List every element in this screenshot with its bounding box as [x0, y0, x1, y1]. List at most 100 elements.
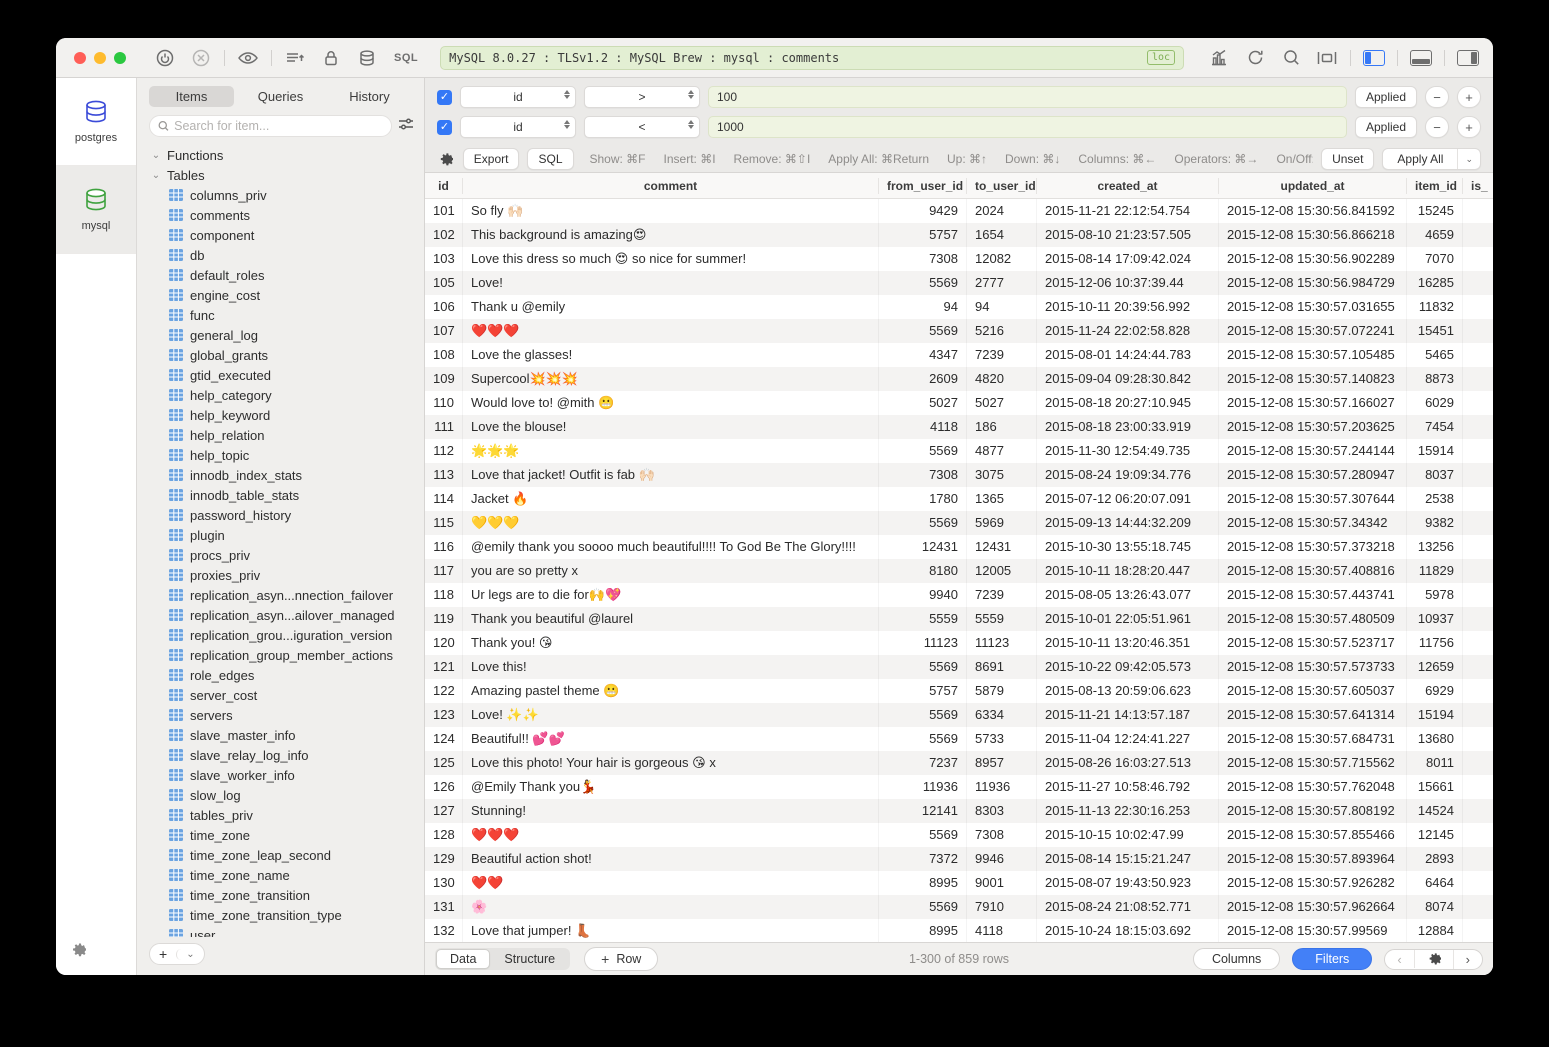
table-row[interactable]: 120 Thank you! 😘 11123 11123 2015-10-11 … [425, 631, 1493, 655]
table-row[interactable]: 103 Love this dress so much 😍 so nice fo… [425, 247, 1493, 271]
fit-columns-icon[interactable] [1312, 45, 1342, 71]
settings-gear-icon[interactable] [70, 945, 86, 962]
sidebar-table-item[interactable]: replication_asyn...nnection_failover [137, 585, 424, 605]
table-row[interactable]: 101 So fly 🙌🏻 9429 2024 2015-11-21 22:12… [425, 199, 1493, 223]
sidebar-table-item[interactable]: gtid_executed [137, 365, 424, 385]
apply-all-button[interactable]: Apply All ⌄ [1382, 148, 1481, 170]
filters-button[interactable]: Filters [1292, 948, 1372, 970]
add-item-split-button[interactable]: + ⌄ [149, 943, 205, 965]
table-row[interactable]: 132 Love that jumper! 👢 8995 4118 2015-1… [425, 919, 1493, 942]
preview-eye-icon[interactable] [233, 45, 263, 71]
tab-data[interactable]: Data [436, 949, 490, 969]
table-row[interactable]: 114 Jacket 🔥 1780 1365 2015-07-12 06:20:… [425, 487, 1493, 511]
chevron-left-icon[interactable]: ‹ [1385, 950, 1413, 969]
sidebar-table-item[interactable]: proxies_priv [137, 565, 424, 585]
sidebar-table-item[interactable]: time_zone_leap_second [137, 845, 424, 865]
chevron-right-icon[interactable]: › [1453, 950, 1482, 969]
filter-applied-button[interactable]: Applied [1355, 86, 1417, 108]
table-row[interactable]: 126 @Emily Thank you💃 11936 11936 2015-1… [425, 775, 1493, 799]
filter-column-select[interactable]: id [460, 116, 576, 138]
sidebar-table-item[interactable]: innodb_table_stats [137, 485, 424, 505]
sidebar-table-item[interactable]: servers [137, 705, 424, 725]
refresh-icon[interactable] [1240, 45, 1270, 71]
column-header-updated-at[interactable]: updated_at [1219, 178, 1407, 194]
sidebar-table-item[interactable]: tables_priv [137, 805, 424, 825]
connection-mysql[interactable]: mysql [56, 166, 136, 254]
database-icon[interactable] [352, 45, 382, 71]
chevron-down-icon[interactable]: ⌄ [176, 949, 203, 960]
filter-settings-gear-icon[interactable] [437, 152, 455, 167]
sidebar-table-item[interactable]: user [137, 925, 424, 937]
table-row[interactable]: 110 Would love to! @mith 😬 5027 5027 201… [425, 391, 1493, 415]
table-row[interactable]: 109 Supercool💥💥💥 2609 4820 2015-09-04 09… [425, 367, 1493, 391]
column-header-item-id[interactable]: item_id [1407, 178, 1463, 194]
toggle-bottom-panel-icon[interactable] [1406, 45, 1436, 71]
sidebar-table-item[interactable]: password_history [137, 505, 424, 525]
sidebar-table-item[interactable]: time_zone [137, 825, 424, 845]
sidebar-table-item[interactable]: help_keyword [137, 405, 424, 425]
sidebar-table-item[interactable]: time_zone_transition_type [137, 905, 424, 925]
sidebar-table-item[interactable]: func [137, 305, 424, 325]
plus-icon[interactable]: + [150, 946, 176, 962]
sidebar-table-item[interactable]: help_category [137, 385, 424, 405]
add-filter-button[interactable]: + [1457, 116, 1481, 138]
column-header-is[interactable]: is_ [1463, 178, 1493, 194]
table-row[interactable]: 122 Amazing pastel theme 😬 5757 5879 201… [425, 679, 1493, 703]
sidebar-table-item[interactable]: engine_cost [137, 285, 424, 305]
table-row[interactable]: 102 This background is amazing😍 5757 165… [425, 223, 1493, 247]
sidebar-table-item[interactable]: time_zone_name [137, 865, 424, 885]
search-input[interactable] [174, 119, 383, 133]
toggle-sidebar-icon[interactable] [1359, 45, 1389, 71]
column-header-to-user-id[interactable]: to_user_id [967, 178, 1037, 194]
sidebar-table-item[interactable]: replication_asyn...ailover_managed [137, 605, 424, 625]
group-functions[interactable]: ⌄ Functions [137, 145, 424, 165]
filter-value-input[interactable] [708, 116, 1347, 138]
columns-button[interactable]: Columns [1193, 948, 1280, 970]
table-row[interactable]: 131 🌸 5569 7910 2015-08-24 21:08:52.771 … [425, 895, 1493, 919]
tab-queries[interactable]: Queries [238, 86, 323, 107]
table-row[interactable]: 116 @emily thank you soooo much beautifu… [425, 535, 1493, 559]
search-icon[interactable] [1276, 45, 1306, 71]
disconnect-icon[interactable] [186, 45, 216, 71]
table-row[interactable]: 121 Love this! 5569 8691 2015-10-22 09:4… [425, 655, 1493, 679]
tab-history[interactable]: History [327, 86, 412, 107]
table-row[interactable]: 124 Beautiful!! 💕💕 5569 5733 2015-11-04 … [425, 727, 1493, 751]
table-row[interactable]: 117 you are so pretty x 8180 12005 2015-… [425, 559, 1493, 583]
table-row[interactable]: 111 Love the blouse! 4118 186 2015-08-18… [425, 415, 1493, 439]
table-row[interactable]: 108 Love the glasses! 4347 7239 2015-08-… [425, 343, 1493, 367]
column-header-created-at[interactable]: created_at [1037, 178, 1219, 194]
sidebar-table-item[interactable]: replication_group_member_actions [137, 645, 424, 665]
sidebar-table-item[interactable]: component [137, 225, 424, 245]
unset-button[interactable]: Unset [1321, 148, 1374, 170]
filter-operator-select[interactable]: < [584, 116, 700, 138]
column-header-id[interactable]: id [425, 178, 463, 194]
sidebar-table-item[interactable]: innodb_index_stats [137, 465, 424, 485]
column-header-comment[interactable]: comment [463, 178, 879, 194]
filter-enabled-checkbox[interactable]: ✓ [437, 90, 452, 105]
sidebar-table-item[interactable]: slave_relay_log_info [137, 745, 424, 765]
sidebar-table-item[interactable]: slow_log [137, 785, 424, 805]
sidebar-table-item[interactable]: time_zone_transition [137, 885, 424, 905]
sidebar-table-item[interactable]: help_topic [137, 445, 424, 465]
sidebar-table-item[interactable]: plugin [137, 525, 424, 545]
sql-editor-button[interactable]: SQL [388, 52, 424, 64]
table-row[interactable]: 115 💛💛💛 5569 5969 2015-09-13 14:44:32.20… [425, 511, 1493, 535]
minimize-button[interactable] [94, 52, 106, 64]
connection-postgres[interactable]: postgres [56, 78, 136, 166]
sidebar-table-item[interactable]: db [137, 245, 424, 265]
sidebar-table-item[interactable]: general_log [137, 325, 424, 345]
sidebar-table-item[interactable]: slave_master_info [137, 725, 424, 745]
filter-tune-icon[interactable] [398, 117, 414, 136]
sidebar-table-item[interactable]: slave_worker_info [137, 765, 424, 785]
table-row[interactable]: 105 Love! 5569 2777 2015-12-06 10:37:39.… [425, 271, 1493, 295]
toggle-right-panel-icon[interactable] [1453, 45, 1483, 71]
table-row[interactable]: 112 🌟🌟🌟 5569 4877 2015-11-30 12:54:49.73… [425, 439, 1493, 463]
table-row[interactable]: 129 Beautiful action shot! 7372 9946 201… [425, 847, 1493, 871]
table-row[interactable]: 127 Stunning! 12141 8303 2015-11-13 22:3… [425, 799, 1493, 823]
export-button[interactable]: Export [463, 148, 520, 170]
sidebar-table-item[interactable]: role_edges [137, 665, 424, 685]
sidebar-table-item[interactable]: replication_grou...iguration_version [137, 625, 424, 645]
sidebar-table-item[interactable]: columns_priv [137, 185, 424, 205]
group-tables[interactable]: ⌄ Tables [137, 165, 424, 185]
add-row-button[interactable]: + Row [584, 947, 658, 971]
